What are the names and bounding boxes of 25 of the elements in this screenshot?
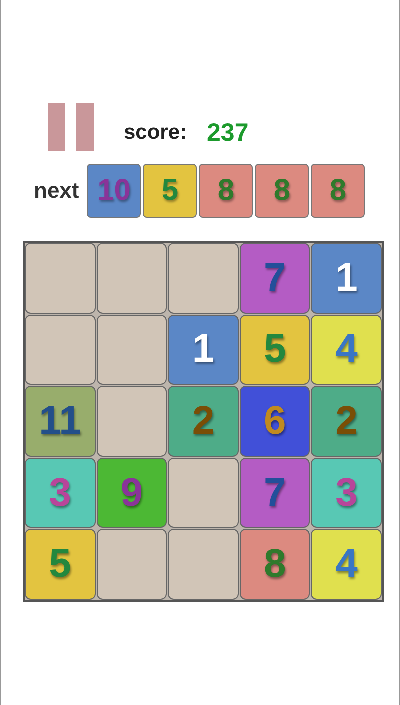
next-tile: 5 xyxy=(143,164,198,218)
number-tile[interactable]: 11 xyxy=(25,386,96,457)
number-tile[interactable]: 7 xyxy=(240,243,310,314)
number-tile[interactable]: 4 xyxy=(311,314,382,386)
number-tile[interactable]: 2 xyxy=(168,386,239,457)
score-value: 237 xyxy=(207,118,249,148)
number-tile[interactable]: 1 xyxy=(311,243,382,314)
next-tile: 8 xyxy=(311,164,366,218)
score-label: score: xyxy=(124,121,188,145)
next-tile: 10 xyxy=(87,164,142,218)
next-tile: 8 xyxy=(255,164,310,218)
number-tile[interactable]: 5 xyxy=(25,529,96,600)
number-tile[interactable]: 7 xyxy=(240,458,310,528)
number-tile[interactable]: 3 xyxy=(25,458,96,528)
next-tile: 8 xyxy=(199,164,254,218)
number-tile[interactable]: 2 xyxy=(311,386,382,457)
number-tile[interactable]: 8 xyxy=(240,529,310,600)
number-tile[interactable]: 5 xyxy=(240,314,310,386)
number-tile[interactable]: 4 xyxy=(311,529,382,600)
number-tile[interactable]: 9 xyxy=(96,458,168,528)
number-tile[interactable]: 1 xyxy=(168,314,239,386)
next-label: next xyxy=(34,178,80,204)
pause-icon[interactable] xyxy=(48,103,94,151)
number-tile[interactable]: 6 xyxy=(240,386,310,457)
number-tile[interactable]: 3 xyxy=(311,458,382,528)
